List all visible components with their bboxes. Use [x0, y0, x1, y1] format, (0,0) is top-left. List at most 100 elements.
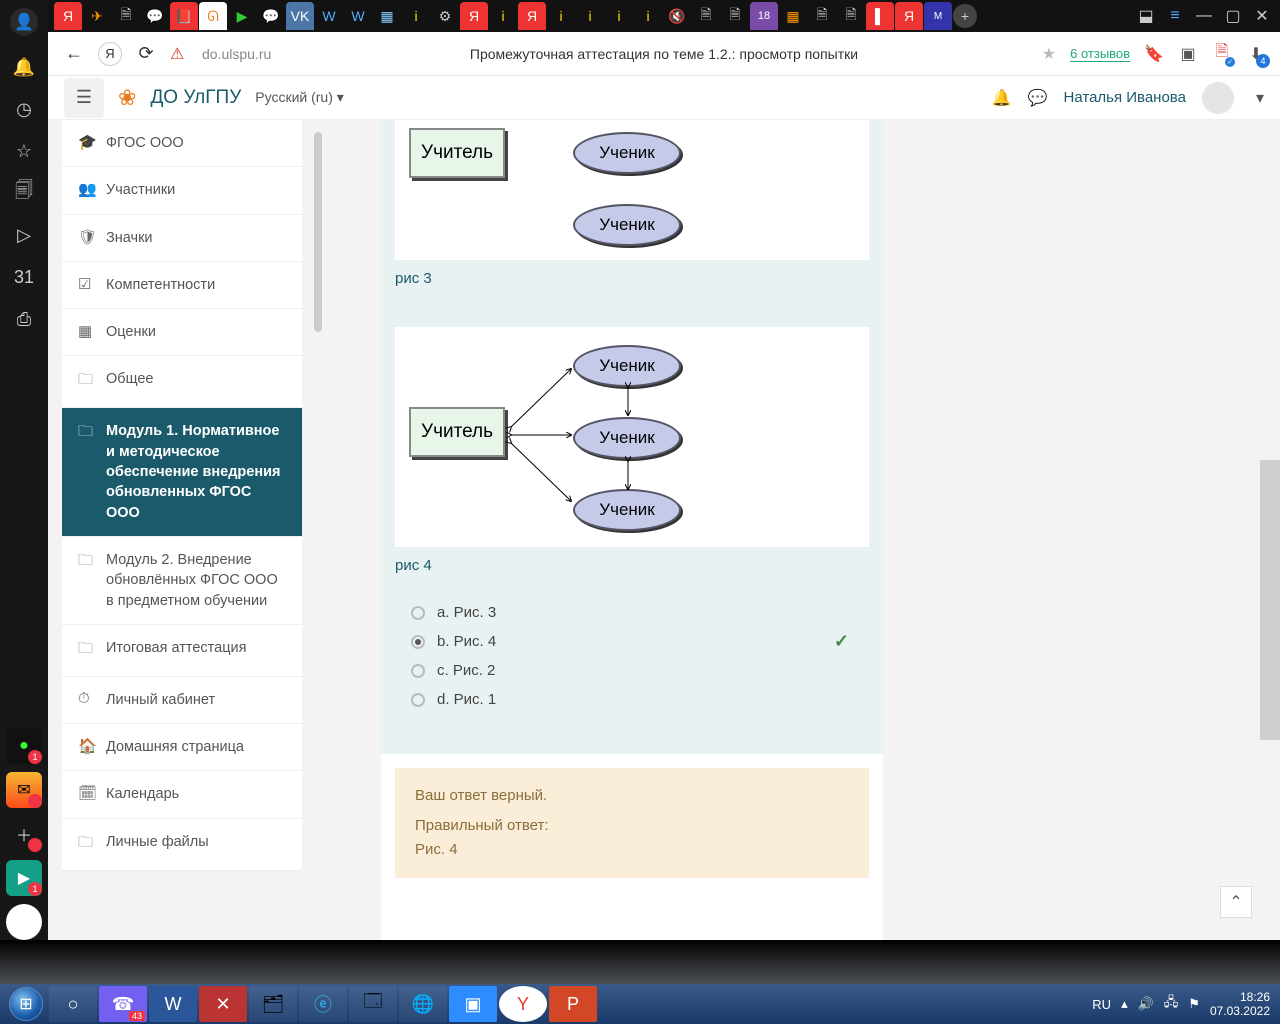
play-icon[interactable]: ▷	[13, 224, 35, 246]
sidebar-item[interactable]: 🗀Личные файлы	[62, 819, 302, 871]
terminal-icon[interactable]: ●1	[6, 728, 42, 764]
scroll-top-button[interactable]: ⌃	[1220, 886, 1252, 918]
download-icon[interactable]: ⬇4	[1246, 44, 1266, 64]
reviews-link[interactable]: 6 отзывов	[1070, 46, 1130, 62]
start-button[interactable]: ⊞	[4, 984, 48, 1024]
tab[interactable]: Я	[460, 2, 488, 30]
tray-up-icon[interactable]: ▴	[1121, 996, 1128, 1012]
tab[interactable]: ▦	[779, 2, 807, 30]
tab[interactable]: ✈	[83, 2, 111, 30]
panel-icon[interactable]: ⬓	[1134, 4, 1158, 28]
tab[interactable]: W	[315, 2, 343, 30]
menu-button[interactable]: ☰	[64, 78, 104, 118]
mail-app-icon[interactable]: ✉	[6, 772, 42, 808]
calendar-icon[interactable]: 31	[13, 266, 35, 288]
close-button[interactable]: ✕	[1250, 4, 1274, 28]
tab[interactable]: i	[634, 2, 662, 30]
sidebar-item[interactable]: 🎓ФГОС ООО	[62, 120, 302, 167]
note-icon[interactable]: 🗐	[13, 182, 35, 204]
security-warning-icon[interactable]: ⚠	[170, 44, 190, 64]
language-selector[interactable]: Русский (ru) ▾	[255, 89, 344, 106]
sidebar-item[interactable]: 🗓Календарь	[62, 771, 302, 818]
taskbar-explorer[interactable]: 🗂	[249, 986, 297, 1022]
tab[interactable]: Я	[54, 2, 82, 30]
clock-icon[interactable]: ◷	[13, 98, 35, 120]
tab[interactable]: ▦	[373, 2, 401, 30]
tab[interactable]: VK	[286, 2, 314, 30]
tab[interactable]: ⚙	[431, 2, 459, 30]
new-tab-button[interactable]: +	[953, 4, 977, 28]
capture-icon[interactable]: ⎙	[13, 308, 35, 330]
answer-option[interactable]: b. Рис. 4✓	[411, 627, 853, 656]
minimize-button[interactable]: —	[1192, 4, 1216, 28]
tab-active[interactable]: ᘏ	[199, 2, 227, 30]
sidebar-item[interactable]: 🛡Значки	[62, 215, 302, 262]
ya-button[interactable]: Я	[98, 42, 122, 66]
scrollbar[interactable]	[314, 132, 322, 332]
sidebar-item[interactable]: 🏠Домашняя страница	[62, 724, 302, 771]
taskbar-app[interactable]: 🗔	[349, 986, 397, 1022]
tab[interactable]: i	[576, 2, 604, 30]
lang-indicator[interactable]: RU	[1092, 997, 1111, 1012]
messages-icon[interactable]: 💬	[1028, 88, 1048, 108]
address-bar[interactable]: do.ulspu.ru	[202, 46, 271, 62]
circle-icon[interactable]	[6, 904, 42, 940]
username[interactable]: Наталья Иванова	[1064, 89, 1186, 106]
answer-option[interactable]: d. Рис. 1	[411, 685, 853, 714]
tab[interactable]: Я	[518, 2, 546, 30]
taskbar-chrome[interactable]: 🌐	[399, 986, 447, 1022]
tab[interactable]: i	[605, 2, 633, 30]
taskbar-yandex[interactable]: Y	[499, 986, 547, 1022]
taskbar-app[interactable]: ✕	[199, 986, 247, 1022]
sidebar-item[interactable]: 👥Участники	[62, 167, 302, 214]
tab[interactable]: 🗎	[808, 2, 836, 30]
tab[interactable]: i	[547, 2, 575, 30]
user-menu-caret[interactable]: ▾	[1256, 88, 1264, 108]
tab[interactable]: 18	[750, 2, 778, 30]
answer-option[interactable]: c. Рис. 2	[411, 656, 853, 685]
tab[interactable]: 🗎	[692, 2, 720, 30]
tab[interactable]: M	[924, 2, 952, 30]
add-icon[interactable]: ＋	[6, 816, 42, 852]
maximize-button[interactable]: ▢	[1221, 4, 1245, 28]
taskbar-word[interactable]: W	[149, 986, 197, 1022]
tab[interactable]: 🔇	[663, 2, 691, 30]
taskbar-ie[interactable]: ⓔ	[299, 986, 347, 1022]
tab[interactable]: W	[344, 2, 372, 30]
settings-icon[interactable]: ≡	[1163, 4, 1187, 28]
sidebar-item[interactable]: 🗀Модуль 1. Нормативное и методическое об…	[62, 408, 302, 536]
user-avatar-icon[interactable]: 👤	[10, 8, 38, 36]
tab[interactable]: 🗎	[837, 2, 865, 30]
bell-icon[interactable]: 🔔	[13, 56, 35, 78]
tab[interactable]: ▶	[228, 2, 256, 30]
sidebar-item[interactable]: 🗀Общее	[62, 356, 302, 408]
answer-option[interactable]: a. Рис. 3	[411, 598, 853, 627]
back-button[interactable]: ←	[62, 42, 86, 66]
taskbar-zoom[interactable]: ▣	[449, 986, 497, 1022]
sidebar-item[interactable]: ⏱Личный кабинет	[62, 677, 302, 724]
network-icon[interactable]: 🖧	[1164, 993, 1179, 1015]
reload-button[interactable]: ⟳	[134, 42, 158, 66]
media-icon[interactable]: ▶1	[6, 860, 42, 896]
system-tray[interactable]: RU ▴ 🔊 🖧 ⚑ 18:26 07.03.2022	[1092, 990, 1276, 1019]
volume-icon[interactable]: 🔊	[1138, 996, 1154, 1012]
sidebar-item[interactable]: ▦Оценки	[62, 309, 302, 356]
taskbar-viber[interactable]: ☎43	[99, 986, 147, 1022]
sidebar-item[interactable]: 🗀Модуль 2. Внедрение обновлённых ФГОС ОО…	[62, 537, 302, 625]
tab[interactable]: 💬	[257, 2, 285, 30]
tab[interactable]: 📕	[170, 2, 198, 30]
tab[interactable]: 🗎	[112, 2, 140, 30]
brand[interactable]: ДО УлГПУ	[150, 87, 241, 109]
pdf-icon[interactable]: 🗎✓	[1212, 44, 1232, 64]
page-scrollbar[interactable]	[1260, 460, 1280, 740]
tab[interactable]: i	[402, 2, 430, 30]
extension-icon[interactable]: ▣	[1178, 44, 1198, 64]
sidebar-item[interactable]: 🗀Итоговая аттестация	[62, 625, 302, 677]
taskbar-browser[interactable]: ○	[49, 986, 97, 1022]
tab[interactable]: i	[489, 2, 517, 30]
user-avatar[interactable]	[1202, 82, 1234, 114]
clock[interactable]: 18:26 07.03.2022	[1210, 990, 1270, 1019]
star-icon[interactable]: ☆	[13, 140, 35, 162]
sidebar-item[interactable]: ☑Компетентности	[62, 262, 302, 309]
notifications-icon[interactable]: 🔔	[992, 88, 1012, 108]
